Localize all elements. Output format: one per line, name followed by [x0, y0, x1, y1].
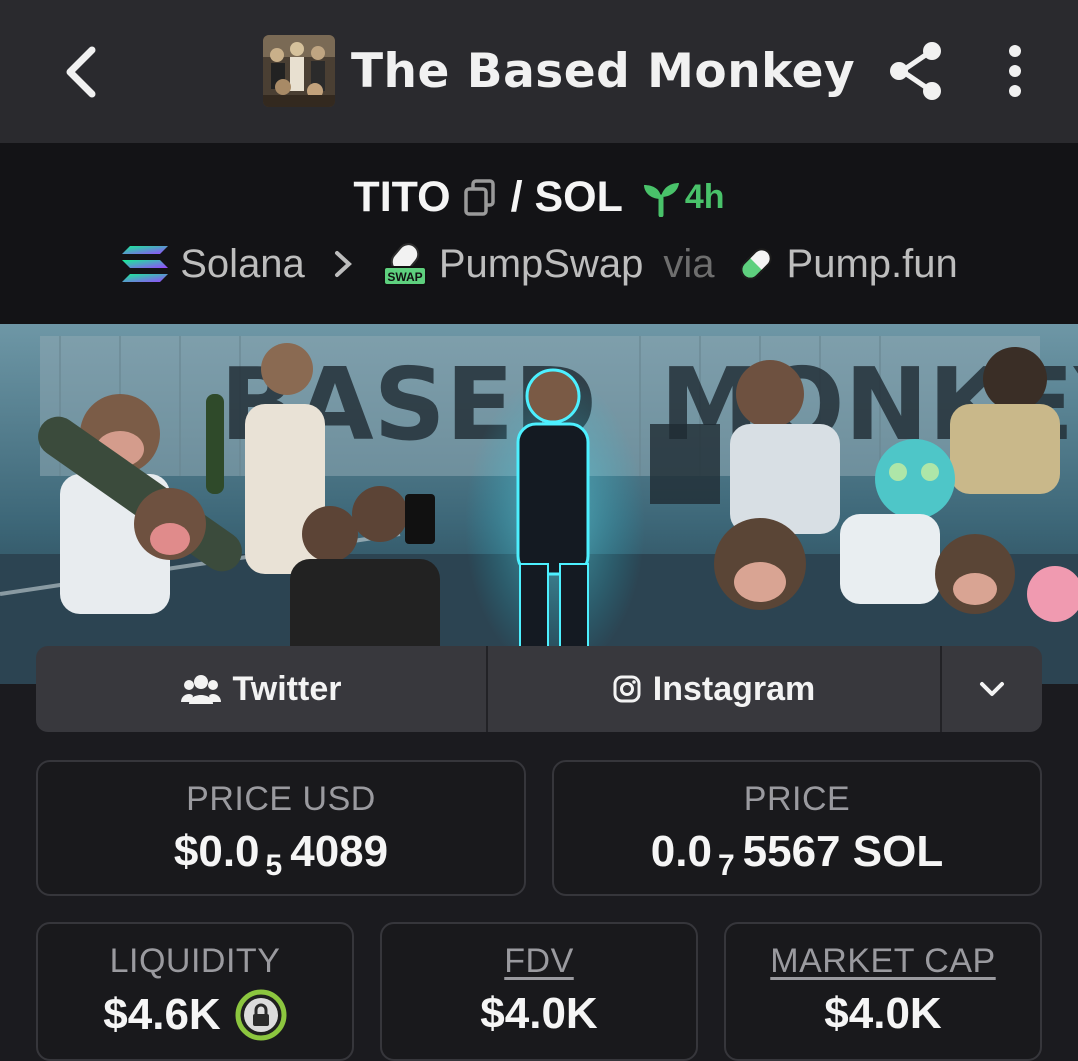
pair-age-text: 4h — [684, 178, 725, 216]
twitter-label: Twitter — [232, 669, 342, 708]
back-icon — [66, 46, 96, 98]
more-options-button[interactable] — [990, 38, 1040, 104]
pair-title: TITO / SOL 4h — [0, 173, 1078, 222]
price-usd-label: PRICE USD — [186, 780, 376, 818]
chevron-down-icon — [980, 682, 1004, 696]
twitter-button[interactable]: Twitter — [36, 646, 488, 732]
pair-age: 4h — [641, 178, 725, 217]
pumpswap-icon: SWAP — [382, 243, 427, 286]
liquidity-label: LIQUIDITY — [109, 942, 281, 980]
fdv-label[interactable]: FDV — [382, 942, 696, 981]
price-native-value: 0.0 7 5567 SOL — [650, 827, 944, 882]
token-avatar — [263, 35, 335, 107]
price-native-card: PRICE 0.0 7 5567 SOL — [552, 760, 1042, 896]
instagram-label: Instagram — [652, 669, 816, 708]
liquidity-value: $4.6K — [38, 989, 352, 1041]
chain-link[interactable]: Solana — [120, 242, 305, 287]
instagram-icon — [613, 675, 641, 703]
lock-icon[interactable] — [235, 989, 287, 1041]
page-title-group: The Based Monkey — [263, 35, 855, 107]
svg-text:SWAP: SWAP — [387, 270, 422, 284]
fdv-card[interactable]: FDV $4.0K — [380, 922, 698, 1061]
instagram-button[interactable]: Instagram — [488, 646, 942, 732]
share-icon — [890, 42, 941, 100]
pair-info: TITO / SOL 4h Solana SWAP PumpSwap via P… — [0, 143, 1078, 324]
social-links-bar: Twitter Instagram — [36, 646, 1042, 732]
more-socials-button[interactable] — [942, 646, 1042, 732]
price-usd-zero-count: 5 — [265, 849, 283, 882]
price-usd-card: PRICE USD $0.0 5 4089 — [36, 760, 526, 896]
back-button[interactable] — [52, 40, 112, 104]
quote-token-symbol: / SOL — [510, 173, 623, 221]
top-bar: The Based Monkey — [0, 0, 1078, 143]
pair-route: Solana SWAP PumpSwap via Pump.fun — [0, 241, 1078, 287]
market-cap-value: $4.0K — [824, 989, 942, 1038]
price-native-label: PRICE — [743, 780, 851, 818]
token-banner-image: BASED MONKEY — [0, 324, 1078, 684]
market-cap-card[interactable]: MARKET CAP $4.0K — [724, 922, 1042, 1061]
page-title: The Based Monkey — [351, 43, 856, 99]
chain-name: Solana — [180, 241, 305, 286]
chevron-right-icon — [334, 251, 352, 277]
price-native-zero-count: 7 — [717, 849, 735, 882]
price-usd-value: $0.0 5 4089 — [173, 827, 389, 882]
via-label: via — [663, 241, 715, 286]
market-cap-label[interactable]: MARKET CAP — [726, 942, 1040, 981]
launchpad-name: Pump.fun — [786, 241, 958, 286]
fdv-value: $4.0K — [480, 989, 598, 1038]
dex-link[interactable]: SWAP PumpSwap — [381, 241, 644, 287]
dex-name: PumpSwap — [438, 241, 644, 286]
sprout-icon — [643, 182, 679, 217]
pill-icon — [739, 248, 772, 280]
launchpad-link[interactable]: Pump.fun — [735, 242, 958, 287]
solana-icon — [122, 246, 169, 282]
more-icon — [1009, 45, 1021, 57]
base-token-symbol: TITO — [353, 173, 451, 221]
liquidity-card: LIQUIDITY $4.6K — [36, 922, 354, 1061]
users-icon — [180, 675, 221, 704]
share-button[interactable] — [884, 38, 950, 104]
copy-icon[interactable] — [463, 178, 497, 217]
